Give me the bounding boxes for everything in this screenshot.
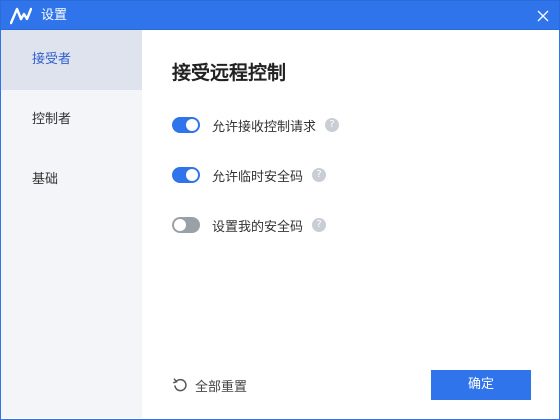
- set-my-code-toggle[interactable]: [172, 217, 200, 233]
- settings-window: 接受者 控制者 基础 接受远程控制 允许接收控制请求 ? 允许临时安全码 ? 设…: [0, 30, 560, 420]
- help-icon[interactable]: ?: [325, 118, 340, 132]
- confirm-button[interactable]: 确定: [431, 370, 531, 400]
- sidebar-item-label: 控制者: [32, 112, 72, 127]
- help-icon[interactable]: ?: [312, 168, 327, 182]
- option-label: 设置我的安全码: [212, 219, 304, 235]
- reset-all-label: 全部重置: [195, 379, 248, 395]
- toggle-knob: [186, 119, 198, 131]
- toggle-knob: [174, 219, 186, 231]
- close-button[interactable]: [527, 1, 559, 31]
- sidebar-item-basic[interactable]: 基础: [1, 150, 142, 210]
- reset-all-button[interactable]: 全部重置: [172, 374, 247, 396]
- toggle-knob: [186, 169, 198, 181]
- sidebar: 接受者 控制者 基础: [1, 30, 142, 418]
- title-bar: 设置: [0, 0, 560, 30]
- help-icon[interactable]: ?: [312, 218, 327, 232]
- close-icon: [537, 10, 549, 22]
- sidebar-item-receiver[interactable]: 接受者: [1, 30, 142, 90]
- page-title: 接受远程控制: [172, 62, 287, 84]
- main-content: 接受远程控制 允许接收控制请求 ? 允许临时安全码 ? 设置我的安全码 ? 全部…: [142, 30, 559, 418]
- option-allow-control-requests: 允许接收控制请求 ?: [172, 115, 340, 135]
- sidebar-item-label: 基础: [32, 172, 59, 187]
- option-label: 允许接收控制请求: [212, 119, 317, 135]
- reset-icon: [173, 378, 187, 392]
- sidebar-item-label: 接受者: [32, 52, 72, 67]
- sidebar-item-controller[interactable]: 控制者: [1, 90, 142, 150]
- option-allow-temp-code: 允许临时安全码 ?: [172, 165, 327, 185]
- allow-control-requests-toggle[interactable]: [172, 117, 200, 133]
- window-title: 设置: [41, 8, 68, 23]
- option-label: 允许临时安全码: [212, 169, 304, 185]
- option-set-my-code: 设置我的安全码 ?: [172, 215, 327, 235]
- allow-temp-code-toggle[interactable]: [172, 167, 200, 183]
- app-logo-icon: [10, 7, 32, 25]
